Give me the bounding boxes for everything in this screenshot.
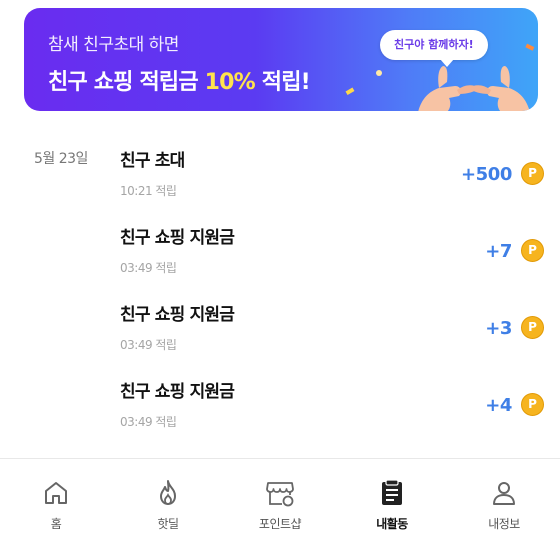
home-icon xyxy=(45,482,67,504)
entry-title: 친구 쇼핑 지원금 xyxy=(120,305,235,325)
entry-title: 친구 쇼핑 지원금 xyxy=(120,228,235,248)
entry-time: 03:49 적립 xyxy=(120,261,177,275)
list-item[interactable]: 친구 쇼핑 지원금 03:49 적립 +3 P xyxy=(0,284,560,360)
invite-banner[interactable]: 참새 친구초대 하면 친구 쇼핑 적립금 10% 적립! 친구야 함께하자! xyxy=(24,8,538,111)
list-item[interactable]: 5월 23일 친구 초대 10:21 적립 +500 P xyxy=(0,130,560,206)
entry-title: 친구 쇼핑 지원금 xyxy=(120,382,235,402)
list-item[interactable]: 친구 쇼핑 지원금 03:49 적립 +7 P xyxy=(0,207,560,283)
pinky-promise-hands-icon xyxy=(418,66,530,111)
entry-time: 03:49 적립 xyxy=(120,415,177,429)
entry-date: 5월 23일 xyxy=(34,151,88,167)
entry-amount: +3 xyxy=(485,318,512,339)
entry-amount: +7 xyxy=(485,241,512,262)
entry-time: 10:21 적립 xyxy=(120,184,177,198)
banner-headline-pre: 친구 쇼핑 적립금 xyxy=(48,70,205,95)
banner-headline: 친구 쇼핑 적립금 10% 적립! xyxy=(48,64,311,96)
nav-label: 홈 xyxy=(50,517,62,531)
nav-item-myinfo[interactable]: 내정보 xyxy=(448,459,560,560)
store-icon xyxy=(266,482,294,507)
nav-label: 핫딜 xyxy=(157,517,179,531)
point-coin-icon: P xyxy=(521,239,544,262)
nav-item-hotdeal[interactable]: 핫딜 xyxy=(112,459,224,560)
list-item[interactable]: 친구 쇼핑 지원금 03:49 적립 +4 P xyxy=(0,361,560,437)
confetti-icon xyxy=(376,70,382,76)
confetti-icon xyxy=(345,87,355,96)
entry-amount: +4 xyxy=(485,395,512,416)
point-coin-icon: P xyxy=(521,162,544,185)
point-coin-icon: P xyxy=(521,393,544,416)
entry-time: 03:49 적립 xyxy=(120,338,177,352)
nav-label: 포인트샵 xyxy=(258,517,302,531)
entry-title: 친구 초대 xyxy=(120,151,185,171)
confetti-icon xyxy=(525,43,535,51)
entry-amount: +500 xyxy=(460,164,512,185)
fire-icon xyxy=(160,480,176,505)
person-icon xyxy=(493,482,515,505)
banner-subtitle: 참새 친구초대 하면 xyxy=(48,35,179,55)
bottom-navigation: 홈 핫딜 포인트샵 내활동 내정보 xyxy=(0,458,560,560)
nav-item-home[interactable]: 홈 xyxy=(0,459,112,560)
nav-item-myactivity[interactable]: 내활동 xyxy=(336,459,448,560)
nav-item-pointshop[interactable]: 포인트샵 xyxy=(224,459,336,560)
activity-icon xyxy=(382,479,402,505)
point-coin-icon: P xyxy=(521,316,544,339)
banner-speech-bubble: 친구야 함께하자! xyxy=(380,30,488,67)
nav-label: 내정보 xyxy=(488,517,520,531)
banner-headline-post: 적립! xyxy=(254,70,311,95)
banner-headline-highlight: 10% xyxy=(204,70,256,95)
nav-label: 내활동 xyxy=(376,517,408,531)
